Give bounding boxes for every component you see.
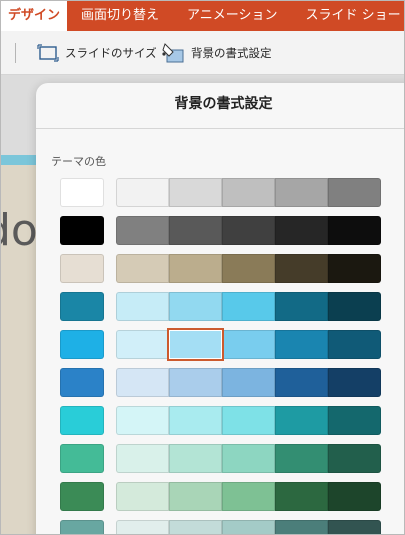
color-swatch[interactable] [116, 444, 169, 473]
color-swatch[interactable] [116, 254, 169, 283]
color-swatch[interactable] [328, 292, 381, 321]
color-swatch[interactable] [328, 520, 381, 534]
color-swatch[interactable] [328, 178, 381, 207]
color-swatch[interactable] [60, 254, 104, 283]
app-window: デザイン 画面切り替え アニメーション スライド ショー レ スライドのサイズ [0, 0, 405, 535]
color-swatch[interactable] [222, 520, 275, 534]
color-swatch[interactable] [275, 292, 328, 321]
color-swatch[interactable] [222, 254, 275, 283]
color-swatch[interactable] [169, 444, 222, 473]
tab-animations[interactable]: アニメーション [173, 1, 291, 31]
theme-colors-label: テーマの色 [51, 155, 106, 168]
color-swatch[interactable] [328, 216, 381, 245]
color-swatch[interactable] [116, 178, 169, 207]
ribbon-tab-bar: デザイン 画面切り替え アニメーション スライド ショー レ [1, 1, 404, 31]
color-swatch[interactable] [116, 406, 169, 435]
color-swatch[interactable] [222, 482, 275, 511]
color-swatch[interactable] [275, 406, 328, 435]
color-swatch[interactable] [60, 368, 104, 397]
color-swatch[interactable] [169, 254, 222, 283]
color-swatch[interactable] [328, 482, 381, 511]
color-swatch[interactable] [116, 482, 169, 511]
color-swatch[interactable] [116, 520, 169, 534]
format-background-panel: 背景の書式設定 テーマの色 [36, 83, 404, 534]
slide-title-text[interactable]: do [1, 205, 38, 256]
color-swatch[interactable] [60, 292, 104, 321]
color-swatch[interactable] [116, 216, 169, 245]
color-swatch[interactable] [169, 216, 222, 245]
color-swatch[interactable] [169, 368, 222, 397]
color-swatch[interactable] [60, 178, 104, 207]
color-swatch[interactable] [116, 368, 169, 397]
color-swatch[interactable] [60, 216, 104, 245]
color-swatch[interactable] [275, 330, 328, 359]
tab-slideshow[interactable]: スライド ショー [292, 1, 404, 31]
panel-title: 背景の書式設定 [36, 83, 404, 129]
color-swatch[interactable] [116, 330, 169, 359]
color-swatch[interactable] [60, 406, 104, 435]
color-swatch[interactable] [169, 520, 222, 534]
color-swatch[interactable] [169, 292, 222, 321]
color-swatch[interactable] [328, 406, 381, 435]
color-swatch[interactable] [60, 520, 104, 534]
color-swatch[interactable] [60, 330, 104, 359]
color-swatch[interactable] [328, 254, 381, 283]
color-swatch[interactable] [328, 368, 381, 397]
slide-size-label: スライドのサイズ [65, 46, 157, 60]
color-swatch[interactable] [275, 482, 328, 511]
selected-color-swatch[interactable] [167, 328, 224, 361]
tab-transitions[interactable]: 画面切り替え [67, 1, 173, 31]
slide-size-button[interactable]: スライドのサイズ [37, 31, 157, 75]
color-swatch[interactable] [222, 444, 275, 473]
color-swatch[interactable] [60, 444, 104, 473]
tab-design[interactable]: デザイン [1, 1, 68, 31]
color-swatch[interactable] [116, 292, 169, 321]
color-swatch[interactable] [328, 330, 381, 359]
color-swatch[interactable] [222, 216, 275, 245]
format-background-label: 背景の書式設定 [191, 46, 272, 60]
color-swatch[interactable] [275, 520, 328, 534]
color-swatch[interactable] [60, 482, 104, 511]
color-swatch[interactable] [222, 406, 275, 435]
format-background-button[interactable]: 背景の書式設定 [161, 31, 272, 75]
color-swatch[interactable] [328, 444, 381, 473]
color-swatch[interactable] [169, 178, 222, 207]
color-swatch[interactable] [275, 254, 328, 283]
paint-bucket-icon [161, 42, 185, 64]
color-swatch[interactable] [275, 178, 328, 207]
color-swatch[interactable] [169, 482, 222, 511]
color-swatch[interactable] [222, 368, 275, 397]
slide-size-icon [37, 44, 59, 62]
color-swatch[interactable] [275, 216, 328, 245]
color-swatch[interactable] [222, 292, 275, 321]
color-swatch[interactable] [169, 406, 222, 435]
toolbar-divider [15, 43, 16, 63]
color-swatch[interactable] [222, 178, 275, 207]
color-swatch[interactable] [222, 330, 275, 359]
color-swatch[interactable] [275, 444, 328, 473]
ribbon-toolbar: スライドのサイズ 背景の書式設定 [1, 31, 404, 75]
color-swatch[interactable] [275, 368, 328, 397]
